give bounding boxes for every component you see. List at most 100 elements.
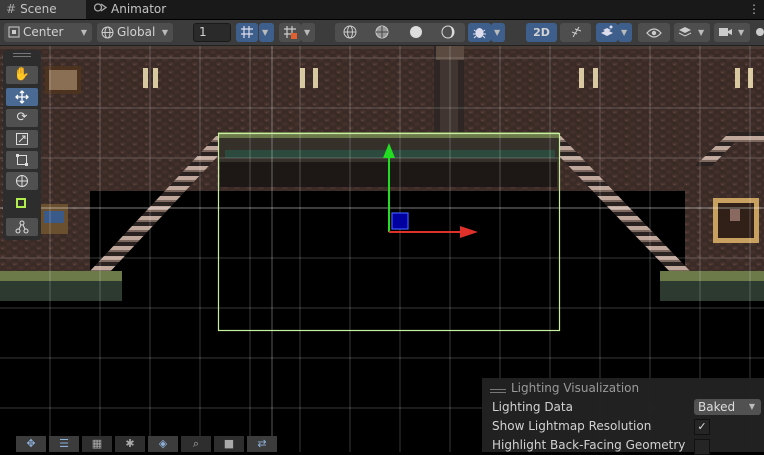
grid-snap-input[interactable]: 1 bbox=[193, 23, 231, 42]
gizmo-icon bbox=[756, 28, 764, 36]
animator-icon bbox=[93, 0, 108, 18]
lighting-data-label: Lighting Data bbox=[492, 400, 573, 414]
lighting-visualization-overlay: Lighting Visualization Lighting Data Bak… bbox=[482, 378, 764, 455]
debug-bug-button[interactable]: ✱ bbox=[115, 436, 145, 452]
shuffle-button[interactable]: ⇄ bbox=[247, 436, 277, 452]
scale-tool-button[interactable] bbox=[6, 130, 38, 148]
grid-visibility-button[interactable] bbox=[279, 23, 301, 42]
light-off-icon bbox=[571, 26, 582, 38]
backface-label: Highlight Back-Facing Geometry bbox=[492, 438, 686, 452]
tools-overlay: ✋ ⟳ bbox=[3, 50, 41, 240]
search-button[interactable]: ⌕ bbox=[181, 436, 211, 452]
effects-button[interactable] bbox=[596, 23, 618, 42]
chevron-down-icon: ▼ bbox=[161, 28, 168, 37]
pivot-rotation-dropdown[interactable]: Global ▼ bbox=[97, 23, 173, 42]
tab-animator[interactable]: Animator bbox=[88, 0, 178, 19]
grid-icon: # bbox=[6, 2, 17, 16]
eye-icon bbox=[646, 28, 662, 38]
move-tool-button[interactable] bbox=[6, 88, 38, 106]
custom-tool-icon[interactable] bbox=[16, 198, 26, 208]
overlay-drag-handle[interactable] bbox=[13, 53, 31, 54]
rotate-icon: ⟳ bbox=[16, 110, 28, 125]
lightmap-resolution-label: Show Lightmap Resolution bbox=[492, 419, 652, 433]
wireframe-sphere-icon[interactable] bbox=[343, 25, 357, 39]
grid-snap-icon bbox=[241, 26, 253, 38]
transform-tool-button[interactable] bbox=[6, 172, 38, 190]
shaded-sphere-icon[interactable] bbox=[409, 25, 423, 39]
layers-icon bbox=[678, 27, 692, 37]
lighting-toggle[interactable] bbox=[560, 23, 591, 42]
bug-icon bbox=[473, 28, 486, 39]
chevron-down-icon: ▼ bbox=[698, 28, 705, 37]
camera-overlay-button[interactable]: ■ bbox=[214, 436, 244, 452]
camera-settings-button[interactable]: ▼ bbox=[714, 23, 750, 42]
chevron-down-icon: ▼ bbox=[80, 28, 87, 37]
chevron-down-icon: ▼ bbox=[621, 28, 628, 37]
effects-dropdown[interactable]: ▼ bbox=[618, 23, 632, 42]
grid-snapping-button[interactable] bbox=[236, 23, 258, 42]
overlay-drag-handle[interactable] bbox=[490, 392, 506, 393]
tab-scene[interactable]: # Scene bbox=[0, 0, 86, 19]
shaded-wireframe-icon[interactable] bbox=[375, 25, 389, 39]
move-icon bbox=[15, 90, 29, 104]
bug-icon: ✱ bbox=[125, 437, 135, 450]
unlit-sphere-icon[interactable] bbox=[441, 25, 455, 39]
component-tool-button[interactable] bbox=[6, 218, 38, 236]
overlay-drag-handle[interactable] bbox=[13, 56, 31, 57]
scale-icon bbox=[16, 133, 28, 145]
grid-visibility-dropdown[interactable]: ▼ bbox=[301, 23, 315, 42]
transform-icon bbox=[16, 175, 28, 187]
tab-bar: # Scene Animator ⋮ bbox=[0, 0, 764, 19]
debug-draw-dropdown[interactable]: ▼ bbox=[491, 23, 505, 42]
grid-brush-button[interactable]: ▦ bbox=[82, 436, 112, 452]
pivot-rotation-label: Global bbox=[117, 25, 156, 39]
rotate-tool-button[interactable]: ⟳ bbox=[6, 109, 38, 127]
pivot-mode-dropdown[interactable]: Center ▼ bbox=[4, 23, 92, 42]
search-icon: ⌕ bbox=[192, 437, 200, 450]
debug-draw-button[interactable] bbox=[468, 23, 491, 42]
shuffle-icon: ⇄ bbox=[257, 437, 267, 450]
rect-tool-button[interactable] bbox=[6, 151, 38, 169]
tile-palette-button[interactable]: ☰ bbox=[49, 436, 79, 452]
xy-plane-handle bbox=[391, 212, 409, 230]
camera-icon: ■ bbox=[223, 437, 235, 450]
more-options-icon[interactable]: ⋮ bbox=[748, 2, 760, 16]
chevron-down-icon: ▼ bbox=[748, 402, 755, 411]
chevron-down-icon: ▼ bbox=[494, 28, 501, 37]
tab-scene-label: Scene bbox=[20, 2, 57, 16]
draw-mode-group bbox=[335, 23, 465, 42]
view-2d-label: 2D bbox=[533, 26, 550, 39]
grid-snap-value: 1 bbox=[199, 25, 207, 39]
lightmap-resolution-checkbox[interactable]: ✓ bbox=[694, 419, 710, 435]
layers-button[interactable]: ▼ bbox=[674, 23, 710, 42]
view-2d-toggle[interactable]: 2D bbox=[526, 23, 557, 42]
camera-icon bbox=[719, 28, 732, 36]
scene-visibility-toggle[interactable] bbox=[638, 23, 670, 42]
grid-brush-icon: ▦ bbox=[91, 437, 103, 450]
scene-toolbar: Center ▼ Global ▼ 1 ▼ ▼ ▼ 2D ▼ ▼ ▼ bbox=[0, 20, 764, 46]
effects-icon bbox=[601, 25, 613, 36]
pivot-mode-label: Center bbox=[23, 25, 64, 39]
y-axis-arrow bbox=[383, 143, 395, 158]
globe-icon bbox=[101, 26, 114, 39]
x-axis-arrow bbox=[460, 226, 478, 238]
lighting-data-value: Baked bbox=[698, 400, 736, 414]
overlay-drag-handle[interactable] bbox=[490, 389, 506, 390]
rect-tool-icon bbox=[16, 154, 28, 166]
chevron-down-icon: ▼ bbox=[738, 28, 745, 37]
chevron-down-icon: ▼ bbox=[304, 28, 311, 37]
backface-checkbox[interactable] bbox=[694, 439, 710, 455]
move-icon: ✥ bbox=[26, 437, 36, 450]
gizmos-toggle[interactable] bbox=[752, 23, 764, 42]
view-tool-button[interactable]: ✋ bbox=[6, 66, 38, 84]
layers-overlay-button[interactable]: ◈ bbox=[148, 436, 178, 452]
pivot-icon bbox=[8, 26, 20, 38]
lighting-data-dropdown[interactable]: Baked ▼ bbox=[694, 399, 761, 415]
hand-icon: ✋ bbox=[13, 67, 31, 82]
chevron-down-icon: ▼ bbox=[262, 28, 269, 37]
component-tool-icon bbox=[15, 220, 29, 234]
move-tile-button[interactable]: ✥ bbox=[16, 436, 46, 452]
grid-snapping-dropdown[interactable]: ▼ bbox=[259, 23, 274, 42]
grid-icon bbox=[284, 26, 297, 39]
checkmark-icon: ✓ bbox=[697, 420, 707, 433]
